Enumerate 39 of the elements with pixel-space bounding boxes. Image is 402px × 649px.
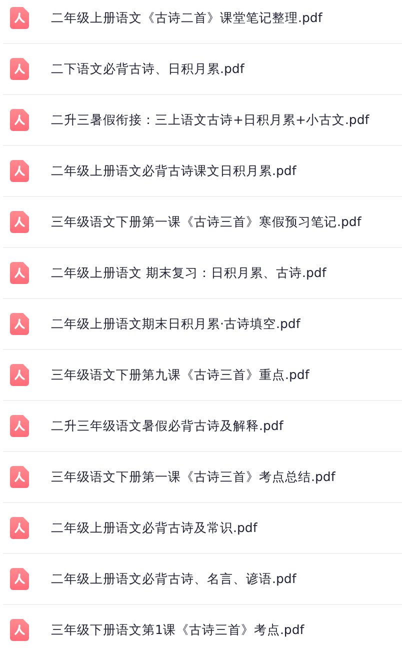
file-name: 二年级上册语文必背古诗课文日积月累.pdf xyxy=(51,162,296,180)
file-row[interactable]: 二升三暑假衔接：三上语文古诗+日积月累+小古文.pdf xyxy=(3,95,402,146)
file-row[interactable]: 二升三年级语文暑假必背古诗及解释.pdf xyxy=(3,401,402,452)
file-row[interactable]: 三年级语文下册第一课《古诗三首》考点总结.pdf xyxy=(3,452,402,503)
pdf-icon xyxy=(10,160,29,182)
file-name: 二年级上册语文 期末复习：日积月累、古诗.pdf xyxy=(51,264,326,282)
file-name: 二年级上册语文必背古诗及常识.pdf xyxy=(51,520,258,536)
file-row[interactable]: 三年级语文下册第九课《古诗三首》重点.pdf xyxy=(3,350,402,401)
file-name: 二年级上册语文期末日积月累·古诗填空.pdf xyxy=(51,316,300,332)
file-row[interactable]: 二年级上册语文 期末复习：日积月累、古诗.pdf xyxy=(3,248,402,299)
file-name: 三年级语文下册第一课《古诗三首》考点总结.pdf xyxy=(51,468,336,486)
file-row[interactable]: 二年级上册语文《古诗二首》课堂笔记整理.pdf xyxy=(3,0,402,44)
file-row[interactable]: 三年级语文下册第一课《古诗三首》寒假预习笔记.pdf xyxy=(3,197,402,248)
file-row[interactable]: 二年级上册语文必背古诗课文日积月累.pdf xyxy=(3,146,402,197)
pdf-icon xyxy=(10,364,29,386)
pdf-icon xyxy=(10,568,29,590)
pdf-icon xyxy=(10,58,29,80)
file-row[interactable]: 二年级上册语文必背古诗及常识.pdf xyxy=(3,503,402,554)
file-name: 三年级语文下册第九课《古诗三首》重点.pdf xyxy=(51,366,310,384)
file-name: 三年级语文下册第一课《古诗三首》寒假预习笔记.pdf xyxy=(51,214,362,230)
file-name: 二年级上册语文必背古诗、名言、谚语.pdf xyxy=(51,570,296,588)
pdf-icon xyxy=(10,109,29,131)
file-name: 二年级上册语文《古诗二首》课堂笔记整理.pdf xyxy=(51,10,322,26)
file-row[interactable]: 二年级上册语文期末日积月累·古诗填空.pdf xyxy=(3,299,402,350)
file-name: 二升三年级语文暑假必背古诗及解释.pdf xyxy=(51,418,284,434)
pdf-icon xyxy=(10,262,29,284)
file-row[interactable]: 三年级下册语文第1课《古诗三首》考点.pdf xyxy=(3,605,402,649)
pdf-icon xyxy=(10,7,29,29)
pdf-icon xyxy=(10,211,29,233)
pdf-icon xyxy=(10,466,29,488)
pdf-icon xyxy=(10,619,29,641)
file-name: 二升三暑假衔接：三上语文古诗+日积月累+小古文.pdf xyxy=(51,112,370,128)
pdf-icon xyxy=(10,313,29,335)
file-name: 三年级下册语文第1课《古诗三首》考点.pdf xyxy=(51,622,304,638)
pdf-icon xyxy=(10,517,29,539)
file-name: 二下语文必背古诗、日积月累.pdf xyxy=(51,60,244,78)
file-row[interactable]: 二年级上册语文必背古诗、名言、谚语.pdf xyxy=(3,554,402,605)
pdf-icon xyxy=(10,415,29,437)
file-row[interactable]: 二下语文必背古诗、日积月累.pdf xyxy=(3,44,402,95)
